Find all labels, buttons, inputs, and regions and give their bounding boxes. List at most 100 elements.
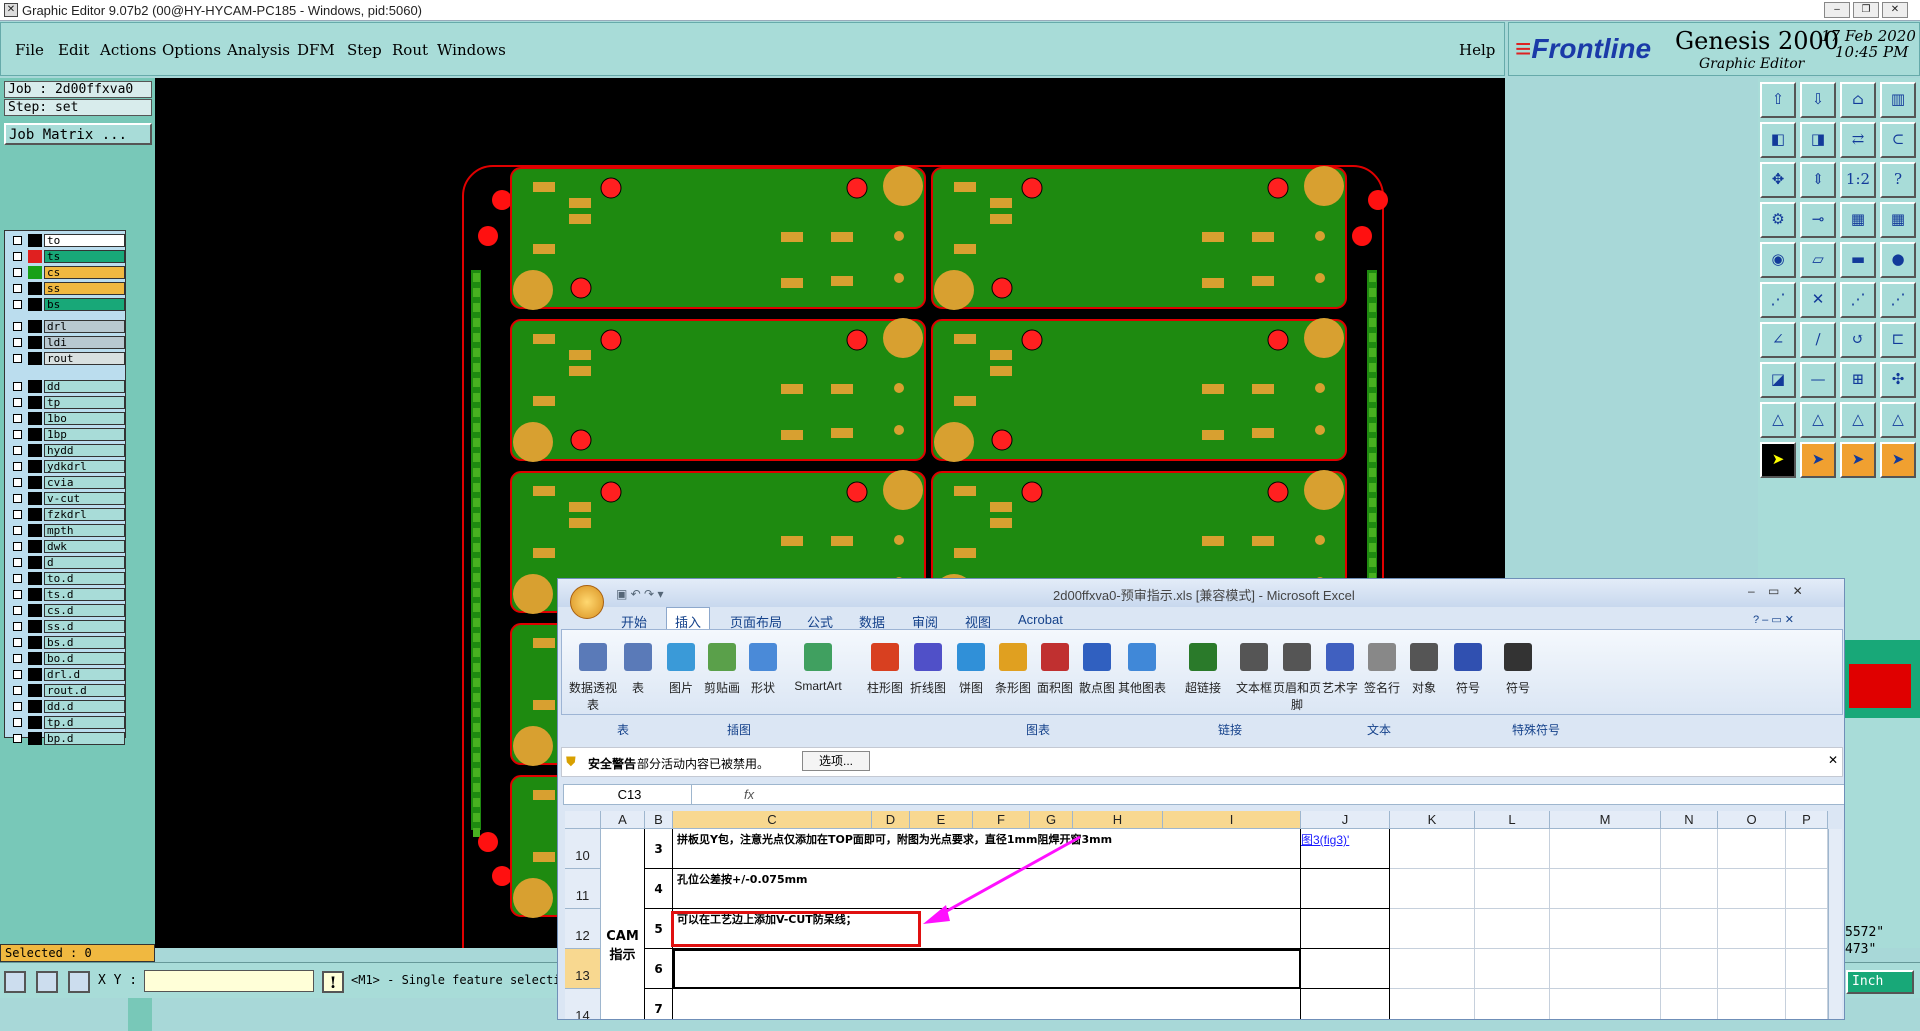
layer-checkbox[interactable]	[13, 702, 22, 711]
security-close-icon[interactable]: ✕	[1828, 753, 1838, 767]
tool-button-39[interactable]: ➤	[1840, 442, 1876, 478]
layer-row-hydd[interactable]: hydd	[7, 444, 125, 457]
column-header-O[interactable]: O	[1718, 811, 1786, 829]
ribbon-icon-5[interactable]	[749, 643, 777, 671]
layer-name[interactable]: bs.d	[44, 636, 125, 649]
tool-button-32[interactable]: ✣	[1880, 362, 1916, 398]
layer-checkbox[interactable]	[13, 236, 22, 245]
layer-row-cvia[interactable]: cvia	[7, 476, 125, 489]
empty-cell[interactable]	[1661, 909, 1718, 949]
layer-checkbox[interactable]	[13, 606, 22, 615]
empty-cell[interactable]	[1718, 829, 1786, 869]
ribbon-icon-15[interactable]	[1240, 643, 1268, 671]
column-header-B[interactable]: B	[645, 811, 673, 829]
cell-a-merged[interactable]: CAM指示	[601, 829, 645, 1019]
layer-checkbox[interactable]	[13, 734, 22, 743]
layer-checkbox[interactable]	[13, 268, 22, 277]
layer-checkbox[interactable]	[13, 382, 22, 391]
units-button[interactable]: Inch	[1846, 970, 1914, 994]
layer-name[interactable]: d	[44, 556, 125, 569]
layer-name[interactable]: 1bo	[44, 412, 125, 425]
fx-icon[interactable]: fx	[744, 787, 754, 802]
layer-name[interactable]: cvia	[44, 476, 125, 489]
ribbon-icon-21[interactable]	[1504, 643, 1532, 671]
layer-row-cs[interactable]: cs	[7, 266, 125, 279]
formula-input[interactable]	[764, 785, 1824, 804]
layer-row-dd[interactable]: dd	[7, 380, 125, 393]
cell-c[interactable]	[673, 949, 1301, 989]
tool-button-31[interactable]: ⊞	[1840, 362, 1876, 398]
empty-cell[interactable]	[1390, 949, 1475, 989]
layer-name[interactable]: dwk	[44, 540, 125, 553]
layer-name[interactable]: cs.d	[44, 604, 125, 617]
ribbon-label-21[interactable]: 符号	[1490, 679, 1546, 696]
layer-checkbox[interactable]	[13, 300, 22, 309]
layer-row-ldi[interactable]: ldi	[7, 336, 125, 349]
layer-name[interactable]: dd.d	[44, 700, 125, 713]
tool-button-2[interactable]: ⇩	[1800, 82, 1836, 118]
layer-name[interactable]: hydd	[44, 444, 125, 457]
empty-cell[interactable]	[1475, 869, 1550, 909]
tool-button-9[interactable]: ✥	[1760, 162, 1796, 198]
menu-file[interactable]: File	[15, 41, 44, 59]
ribbon-icon-17[interactable]	[1326, 643, 1354, 671]
empty-cell[interactable]	[1786, 909, 1828, 949]
layer-checkbox[interactable]	[13, 718, 22, 727]
layer-checkbox[interactable]	[13, 622, 22, 631]
ribbon-label-13[interactable]: 其他图表	[1114, 679, 1170, 696]
vertical-scrollbar[interactable]	[1828, 829, 1842, 1019]
layer-checkbox[interactable]	[13, 446, 22, 455]
empty-cell[interactable]	[1475, 989, 1550, 1019]
menu-edit[interactable]: Edit	[58, 41, 89, 59]
layer-name[interactable]: ts	[44, 250, 125, 263]
tool-button-26[interactable]: ∕	[1800, 322, 1836, 358]
empty-cell[interactable]	[1661, 829, 1718, 869]
tool-button-33[interactable]: △	[1760, 402, 1796, 438]
empty-cell[interactable]	[1390, 869, 1475, 909]
layer-row-1bo[interactable]: 1bo	[7, 412, 125, 425]
empty-cell[interactable]	[1390, 989, 1475, 1019]
tool-button-18[interactable]: ▱	[1800, 242, 1836, 278]
menu-dfm[interactable]: DFM	[297, 41, 335, 59]
maximize-button[interactable]: ❐	[1853, 2, 1879, 18]
column-header-P[interactable]: P	[1786, 811, 1828, 829]
cell-c[interactable]	[673, 989, 1301, 1019]
layer-row-fzkdrl[interactable]: fzkdrl	[7, 508, 125, 521]
row-header-10[interactable]: 10	[565, 829, 601, 869]
ribbon-icon-20[interactable]	[1454, 643, 1482, 671]
empty-cell[interactable]	[1786, 869, 1828, 909]
tool-button-11[interactable]: 1:2	[1840, 162, 1876, 198]
layer-checkbox[interactable]	[13, 338, 22, 347]
layer-name[interactable]: ydkdrl	[44, 460, 125, 473]
cell-j[interactable]	[1301, 949, 1390, 989]
layer-name[interactable]: bp.d	[44, 732, 125, 745]
tool-button-5[interactable]: ◧	[1760, 122, 1796, 158]
empty-cell[interactable]	[1550, 989, 1661, 1019]
alert-icon[interactable]: !	[322, 971, 344, 993]
ribbon-icon-18[interactable]	[1368, 643, 1396, 671]
layer-checkbox[interactable]	[13, 398, 22, 407]
cell-c[interactable]: 孔位公差按+/-0.075mm	[673, 869, 1301, 909]
ribbon-icon-7[interactable]	[871, 643, 899, 671]
tool-button-35[interactable]: △	[1840, 402, 1876, 438]
layer-checkbox[interactable]	[13, 670, 22, 679]
tool-button-30[interactable]: —	[1800, 362, 1836, 398]
layer-name[interactable]: dd	[44, 380, 125, 393]
column-header-C[interactable]: C	[673, 811, 872, 829]
empty-cell[interactable]	[1786, 989, 1828, 1019]
empty-cell[interactable]	[1475, 949, 1550, 989]
zoom-icon[interactable]	[4, 971, 26, 993]
tool-button-27[interactable]: ↺	[1840, 322, 1876, 358]
tool-button-6[interactable]: ◨	[1800, 122, 1836, 158]
layer-name[interactable]: ts.d	[44, 588, 125, 601]
row-header-13[interactable]: 13	[565, 949, 601, 989]
empty-cell[interactable]	[1786, 949, 1828, 989]
ribbon-icon-6[interactable]	[804, 643, 832, 671]
layer-row-d[interactable]: d	[7, 556, 125, 569]
layer-checkbox[interactable]	[13, 654, 22, 663]
empty-cell[interactable]	[1550, 869, 1661, 909]
help-icon[interactable]: ? – ▭ ✕	[1753, 613, 1794, 626]
tool-button-13[interactable]: ⚙	[1760, 202, 1796, 238]
ribbon-label-14[interactable]: 超链接	[1175, 679, 1231, 696]
column-header-J[interactable]: J	[1301, 811, 1390, 829]
